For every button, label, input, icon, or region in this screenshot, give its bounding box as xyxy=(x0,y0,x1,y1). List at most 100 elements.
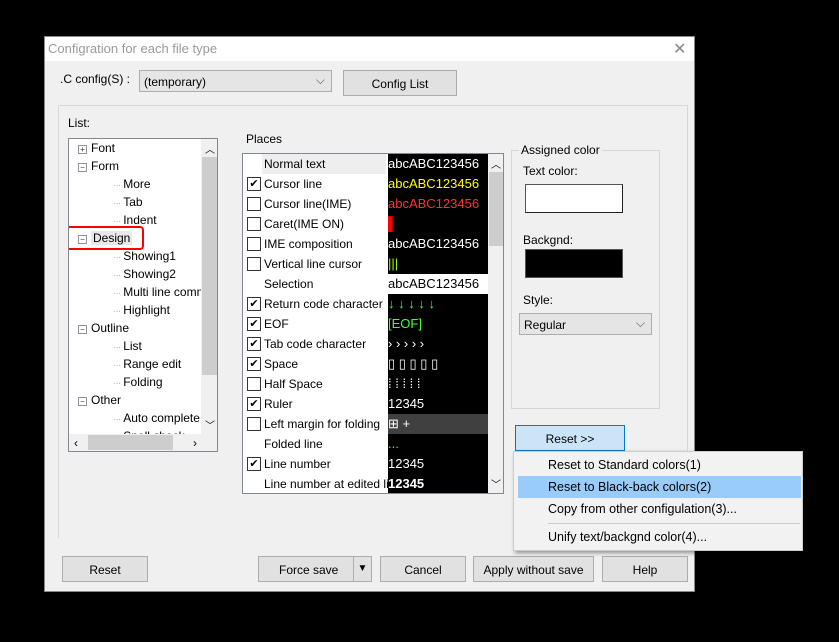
place-row[interactable]: ✔ Ruler 12345 xyxy=(243,394,488,414)
place-row[interactable]: ✔ Line number 12345 xyxy=(243,454,488,474)
place-row[interactable]: Folded line... xyxy=(243,434,488,454)
text-color-label: Text color: xyxy=(523,164,578,178)
tree-item[interactable]: ··· Tab xyxy=(113,195,143,209)
tree-item-label: Showing1 xyxy=(123,249,176,263)
place-row[interactable]: ✔ EOF [EOF] xyxy=(243,314,488,334)
style-select[interactable]: Regular ⌵ xyxy=(519,313,652,335)
place-row[interactable]: ✔ Tab code character › › › › › xyxy=(243,334,488,354)
tree-vertical-scrollbar[interactable]: ︿ ﹀ xyxy=(201,139,217,434)
text-color-button[interactable] xyxy=(525,184,623,213)
scroll-thumb[interactable] xyxy=(489,172,503,246)
scroll-up-icon[interactable]: ︿ xyxy=(205,141,215,156)
scroll-down-icon[interactable]: ﹀ xyxy=(205,417,215,432)
place-checkbox[interactable]: ✔ xyxy=(247,177,261,191)
tree-item[interactable]: ··· Indent xyxy=(113,213,157,227)
apply-without-save-button[interactable]: Apply without save xyxy=(473,556,594,582)
tree-item[interactable]: ··· Range edit xyxy=(113,357,181,371)
tree-item-label: Multi line comm xyxy=(123,285,207,299)
tree-item[interactable]: ··· Showing2 xyxy=(113,267,176,281)
tree-line: ··· xyxy=(113,253,124,262)
force-save-button[interactable]: Force save ▼ xyxy=(258,556,372,582)
scroll-left-icon[interactable]: ‹ xyxy=(74,436,78,450)
place-checkbox[interactable] xyxy=(247,377,261,391)
scroll-up-icon[interactable]: ︿ xyxy=(491,156,501,171)
dropdown-arrow-icon[interactable]: ▼ xyxy=(353,557,371,581)
tree-item-label: Showing2 xyxy=(123,267,176,281)
place-checkbox[interactable] xyxy=(247,257,261,271)
place-checkbox[interactable] xyxy=(247,197,261,211)
tree-line: ··· xyxy=(113,181,124,190)
collapse-icon[interactable]: − xyxy=(78,325,87,334)
help-button[interactable]: Help xyxy=(602,556,688,582)
scroll-thumb[interactable] xyxy=(202,157,217,375)
scroll-right-icon[interactable]: › xyxy=(193,436,197,450)
tree-item-label: Folding xyxy=(123,375,163,389)
menu-item-unify-color[interactable]: Unify text/backgnd color(4)... xyxy=(518,526,801,548)
places-list[interactable]: Normal text abcABC123456 ✔ Cursor line abcAB… xyxy=(242,153,504,494)
menu-item-reset-black-back[interactable]: Reset to Black-back colors(2) xyxy=(518,476,801,498)
place-row[interactable]: Caret(IME ON) ▌ xyxy=(243,214,488,234)
tree-item[interactable]: − Other xyxy=(78,393,121,407)
place-row[interactable]: ✔ Return code character ↓ ↓ ↓ ↓ ↓ xyxy=(243,294,488,314)
tree-item[interactable]: ··· Highlight xyxy=(113,303,170,317)
tree-item-label: Other xyxy=(91,393,122,407)
tree-item[interactable]: − Outline xyxy=(78,321,129,335)
category-tree[interactable]: + Font − Form ··· More ··· Tab ··· Indent − Desi… xyxy=(68,138,218,452)
place-row[interactable]: Normal text abcABC123456 xyxy=(243,154,488,174)
reset-menu-button[interactable]: Reset >> xyxy=(515,425,625,451)
tree-horizontal-scrollbar[interactable]: ‹ › xyxy=(69,434,217,451)
collapse-icon[interactable]: − xyxy=(78,397,87,406)
tree-item-label: Outline xyxy=(91,321,130,335)
reset-context-menu: Reset to Standard colors(1) Reset to Bla… xyxy=(513,451,803,551)
tree-line: ··· xyxy=(113,271,124,280)
place-checkbox[interactable] xyxy=(247,237,261,251)
place-checkbox[interactable]: ✔ xyxy=(247,357,261,371)
place-row[interactable]: Line number at edited line12345 xyxy=(243,474,488,493)
tree-item[interactable]: ··· List xyxy=(113,339,142,353)
tree-item[interactable]: ··· Auto complete xyxy=(113,411,200,425)
scroll-thumb[interactable] xyxy=(88,435,173,450)
menu-item-reset-standard[interactable]: Reset to Standard colors(1) xyxy=(518,454,801,476)
place-checkbox[interactable] xyxy=(247,217,261,231)
place-label: Vertical line cursor xyxy=(264,257,363,271)
menu-item-copy-config[interactable]: Copy from other configulation(3)... xyxy=(518,498,801,520)
tree-item[interactable]: ··· More xyxy=(113,177,151,191)
config-select[interactable]: (temporary) ⌵ xyxy=(139,70,332,92)
expand-icon[interactable]: + xyxy=(78,145,87,154)
place-preview: › › › › › xyxy=(388,334,488,354)
scroll-down-icon[interactable]: ﹀ xyxy=(491,476,501,491)
tree-item[interactable]: ··· Folding xyxy=(113,375,163,389)
tree-item-label: Font xyxy=(91,141,116,155)
collapse-icon[interactable]: − xyxy=(78,163,87,172)
place-row[interactable]: IME composition abcABC123456 xyxy=(243,234,488,254)
place-checkbox[interactable]: ✔ xyxy=(247,317,261,331)
place-row[interactable]: ✔ Space ▯ ▯ ▯ ▯ ▯ xyxy=(243,354,488,374)
places-scrollbar[interactable]: ︿ ﹀ xyxy=(488,154,503,493)
cancel-button[interactable]: Cancel xyxy=(380,556,466,582)
place-checkbox[interactable]: ✔ xyxy=(247,297,261,311)
place-row[interactable]: Vertical line cursor ||| xyxy=(243,254,488,274)
place-checkbox[interactable] xyxy=(247,417,261,431)
place-checkbox[interactable]: ✔ xyxy=(247,457,261,471)
place-row[interactable]: ✔ Cursor line abcABC123456 xyxy=(243,174,488,194)
place-checkbox[interactable]: ✔ xyxy=(247,337,261,351)
chevron-down-icon: ⌵ xyxy=(635,316,645,330)
place-row[interactable]: Left margin for folding ⊞ + xyxy=(243,414,488,434)
tree-line: ··· xyxy=(113,217,124,226)
place-label: Line number xyxy=(264,457,331,471)
place-row[interactable]: Cursor line(IME) abcABC123456 xyxy=(243,194,488,214)
backgnd-color-button[interactable] xyxy=(525,249,623,278)
tree-item[interactable]: + Font xyxy=(78,141,115,155)
reset-button[interactable]: Reset xyxy=(62,556,148,582)
tree-item[interactable]: ··· Multi line comm xyxy=(113,285,207,299)
place-row[interactable]: Half Space ⁞ ⁞ ⁞ ⁞ ⁞ xyxy=(243,374,488,394)
config-list-button[interactable]: Config List xyxy=(343,70,457,96)
tree-line: ··· xyxy=(113,307,124,316)
place-row[interactable]: Selection abcABC123456 xyxy=(243,274,488,294)
tree-item-label: Tab xyxy=(123,195,143,209)
place-checkbox[interactable]: ✔ xyxy=(247,397,261,411)
close-icon[interactable]: ✕ xyxy=(673,39,686,59)
place-preview: ⊞ + xyxy=(388,414,488,434)
tree-item[interactable]: − Form xyxy=(78,159,119,173)
tree-item[interactable]: ··· Showing1 xyxy=(113,249,176,263)
